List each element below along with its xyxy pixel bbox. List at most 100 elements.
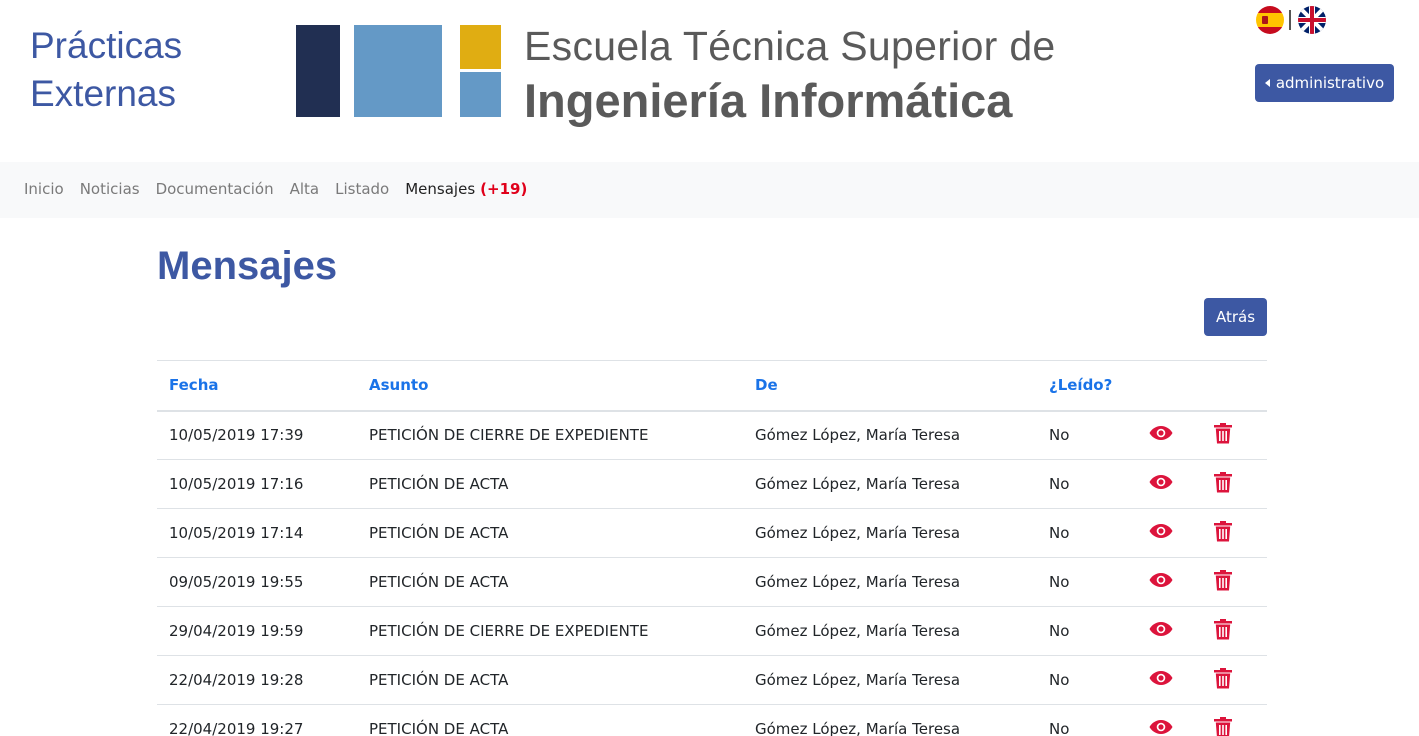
cell-delete [1202,410,1267,460]
language-switcher [1256,6,1328,36]
logo-block-dark [296,25,340,117]
cell-fecha: 09/05/2019 19:55 [157,557,357,607]
cell-asunto: PETICIÓN DE ACTA [357,459,743,509]
logo-text-line1: Escuela Técnica Superior de [524,23,1056,69]
table-row: 29/04/2019 19:59 PETICIÓN DE CIERRE DE EX… [157,606,1267,656]
cell-view [1137,704,1202,736]
eye-icon[interactable] [1149,621,1173,641]
cell-de: Gómez López, María Teresa [743,557,1037,607]
cell-leido: No [1037,459,1137,509]
cell-delete [1202,606,1267,656]
english-flag-icon[interactable] [1298,6,1326,34]
logo-text-line2: Ingeniería Informática [524,74,1013,127]
cell-view [1137,459,1202,509]
column-header-delete [1202,360,1267,412]
eye-icon[interactable] [1149,425,1173,445]
trash-icon[interactable] [1214,667,1232,693]
logo-block-yellow [460,25,501,69]
cell-asunto: PETICIÓN DE CIERRE DE EXPEDIENTE [357,410,743,460]
trash-icon[interactable] [1214,471,1232,497]
cell-fecha: 22/04/2019 19:27 [157,704,357,736]
cell-fecha: 10/05/2019 17:16 [157,459,357,509]
trash-icon[interactable] [1214,618,1232,644]
cell-asunto: PETICIÓN DE ACTA [357,704,743,736]
table-row: 22/04/2019 19:27 PETICIÓN DE ACTA Gómez Ló… [157,704,1267,736]
logo-block-blue [354,25,442,117]
cell-fecha: 22/04/2019 19:28 [157,655,357,705]
cell-leido: No [1037,704,1137,736]
column-header-fecha[interactable]: Fecha [157,360,357,412]
table-row: 09/05/2019 19:55 PETICIÓN DE ACTA Gómez Ló… [157,557,1267,607]
flag-separator [1289,10,1291,30]
unread-count-badge: (+19) [480,180,528,198]
cell-leido: No [1037,410,1137,460]
nav-item-documentacion[interactable]: Documentación [156,180,274,198]
cell-asunto: PETICIÓN DE ACTA [357,508,743,558]
user-menu-button[interactable]: administrativo [1255,64,1394,102]
table-header-row: Fecha Asunto De ¿Leído? [157,360,1267,412]
cell-leido: No [1037,655,1137,705]
column-header-de[interactable]: De [743,360,1037,412]
nav-item-mensajes-label: Mensajes [405,180,476,198]
caret-left-icon [1264,79,1270,87]
cell-de: Gómez López, María Teresa [743,655,1037,705]
user-menu-label: administrativo [1275,74,1385,92]
column-header-leido[interactable]: ¿Leído? [1037,360,1137,412]
cell-leido: No [1037,606,1137,656]
cell-view [1137,410,1202,460]
school-logo[interactable]: Escuela Técnica Superior de Ingeniería I… [296,24,1116,136]
cell-leido: No [1037,508,1137,558]
header: Prácticas Externas Escuela Técnica Super… [0,0,1419,162]
nav-item-listado[interactable]: Listado [335,180,389,198]
cell-asunto: PETICIÓN DE ACTA [357,557,743,607]
cell-fecha: 29/04/2019 19:59 [157,606,357,656]
trash-icon[interactable] [1214,422,1232,448]
cell-de: Gómez López, María Teresa [743,410,1037,460]
cell-fecha: 10/05/2019 17:14 [157,508,357,558]
cell-view [1137,606,1202,656]
cell-delete [1202,557,1267,607]
cell-fecha: 10/05/2019 17:39 [157,410,357,460]
table-row: 10/05/2019 17:16 PETICIÓN DE ACTA Gómez Ló… [157,459,1267,509]
table-row: 10/05/2019 17:39 PETICIÓN DE CIERRE DE EX… [157,410,1267,460]
trash-icon[interactable] [1214,716,1232,736]
trash-icon[interactable] [1214,569,1232,595]
cell-delete [1202,459,1267,509]
nav-item-noticias[interactable]: Noticias [80,180,140,198]
nav-item-alta[interactable]: Alta [290,180,320,198]
cell-view [1137,655,1202,705]
site-title[interactable]: Prácticas Externas [30,22,182,118]
cell-de: Gómez López, María Teresa [743,459,1037,509]
site-title-line1: Prácticas [30,25,183,66]
cell-leido: No [1037,557,1137,607]
eye-icon[interactable] [1149,572,1173,592]
spanish-flag-icon[interactable] [1256,6,1284,34]
cell-view [1137,508,1202,558]
eye-icon[interactable] [1149,523,1173,543]
table-row: 10/05/2019 17:14 PETICIÓN DE ACTA Gómez Ló… [157,508,1267,558]
eye-icon[interactable] [1149,719,1173,736]
logo-block-blue-small [460,72,501,117]
cell-view [1137,557,1202,607]
cell-asunto: PETICIÓN DE CIERRE DE EXPEDIENTE [357,606,743,656]
eye-icon[interactable] [1149,474,1173,494]
site-title-line2: Externas [30,73,177,114]
cell-de: Gómez López, María Teresa [743,508,1037,558]
column-header-asunto[interactable]: Asunto [357,360,743,412]
column-header-view [1137,360,1202,412]
cell-delete [1202,655,1267,705]
nav-item-inicio[interactable]: Inicio [24,180,64,198]
cell-asunto: PETICIÓN DE ACTA [357,655,743,705]
page-title: Mensajes [157,244,338,288]
eye-icon[interactable] [1149,670,1173,690]
messages-table: Fecha Asunto De ¿Leído? 10/05/2019 17:39… [157,360,1267,736]
trash-icon[interactable] [1214,520,1232,546]
back-button[interactable]: Atrás [1204,298,1267,336]
nav-item-mensajes[interactable]: Mensajes (+19) [405,180,527,198]
cell-de: Gómez López, María Teresa [743,606,1037,656]
main-nav: Inicio Noticias Documentación Alta Lista… [0,162,1419,218]
cell-delete [1202,508,1267,558]
cell-delete [1202,704,1267,736]
table-row: 22/04/2019 19:28 PETICIÓN DE ACTA Gómez Ló… [157,655,1267,705]
cell-de: Gómez López, María Teresa [743,704,1037,736]
